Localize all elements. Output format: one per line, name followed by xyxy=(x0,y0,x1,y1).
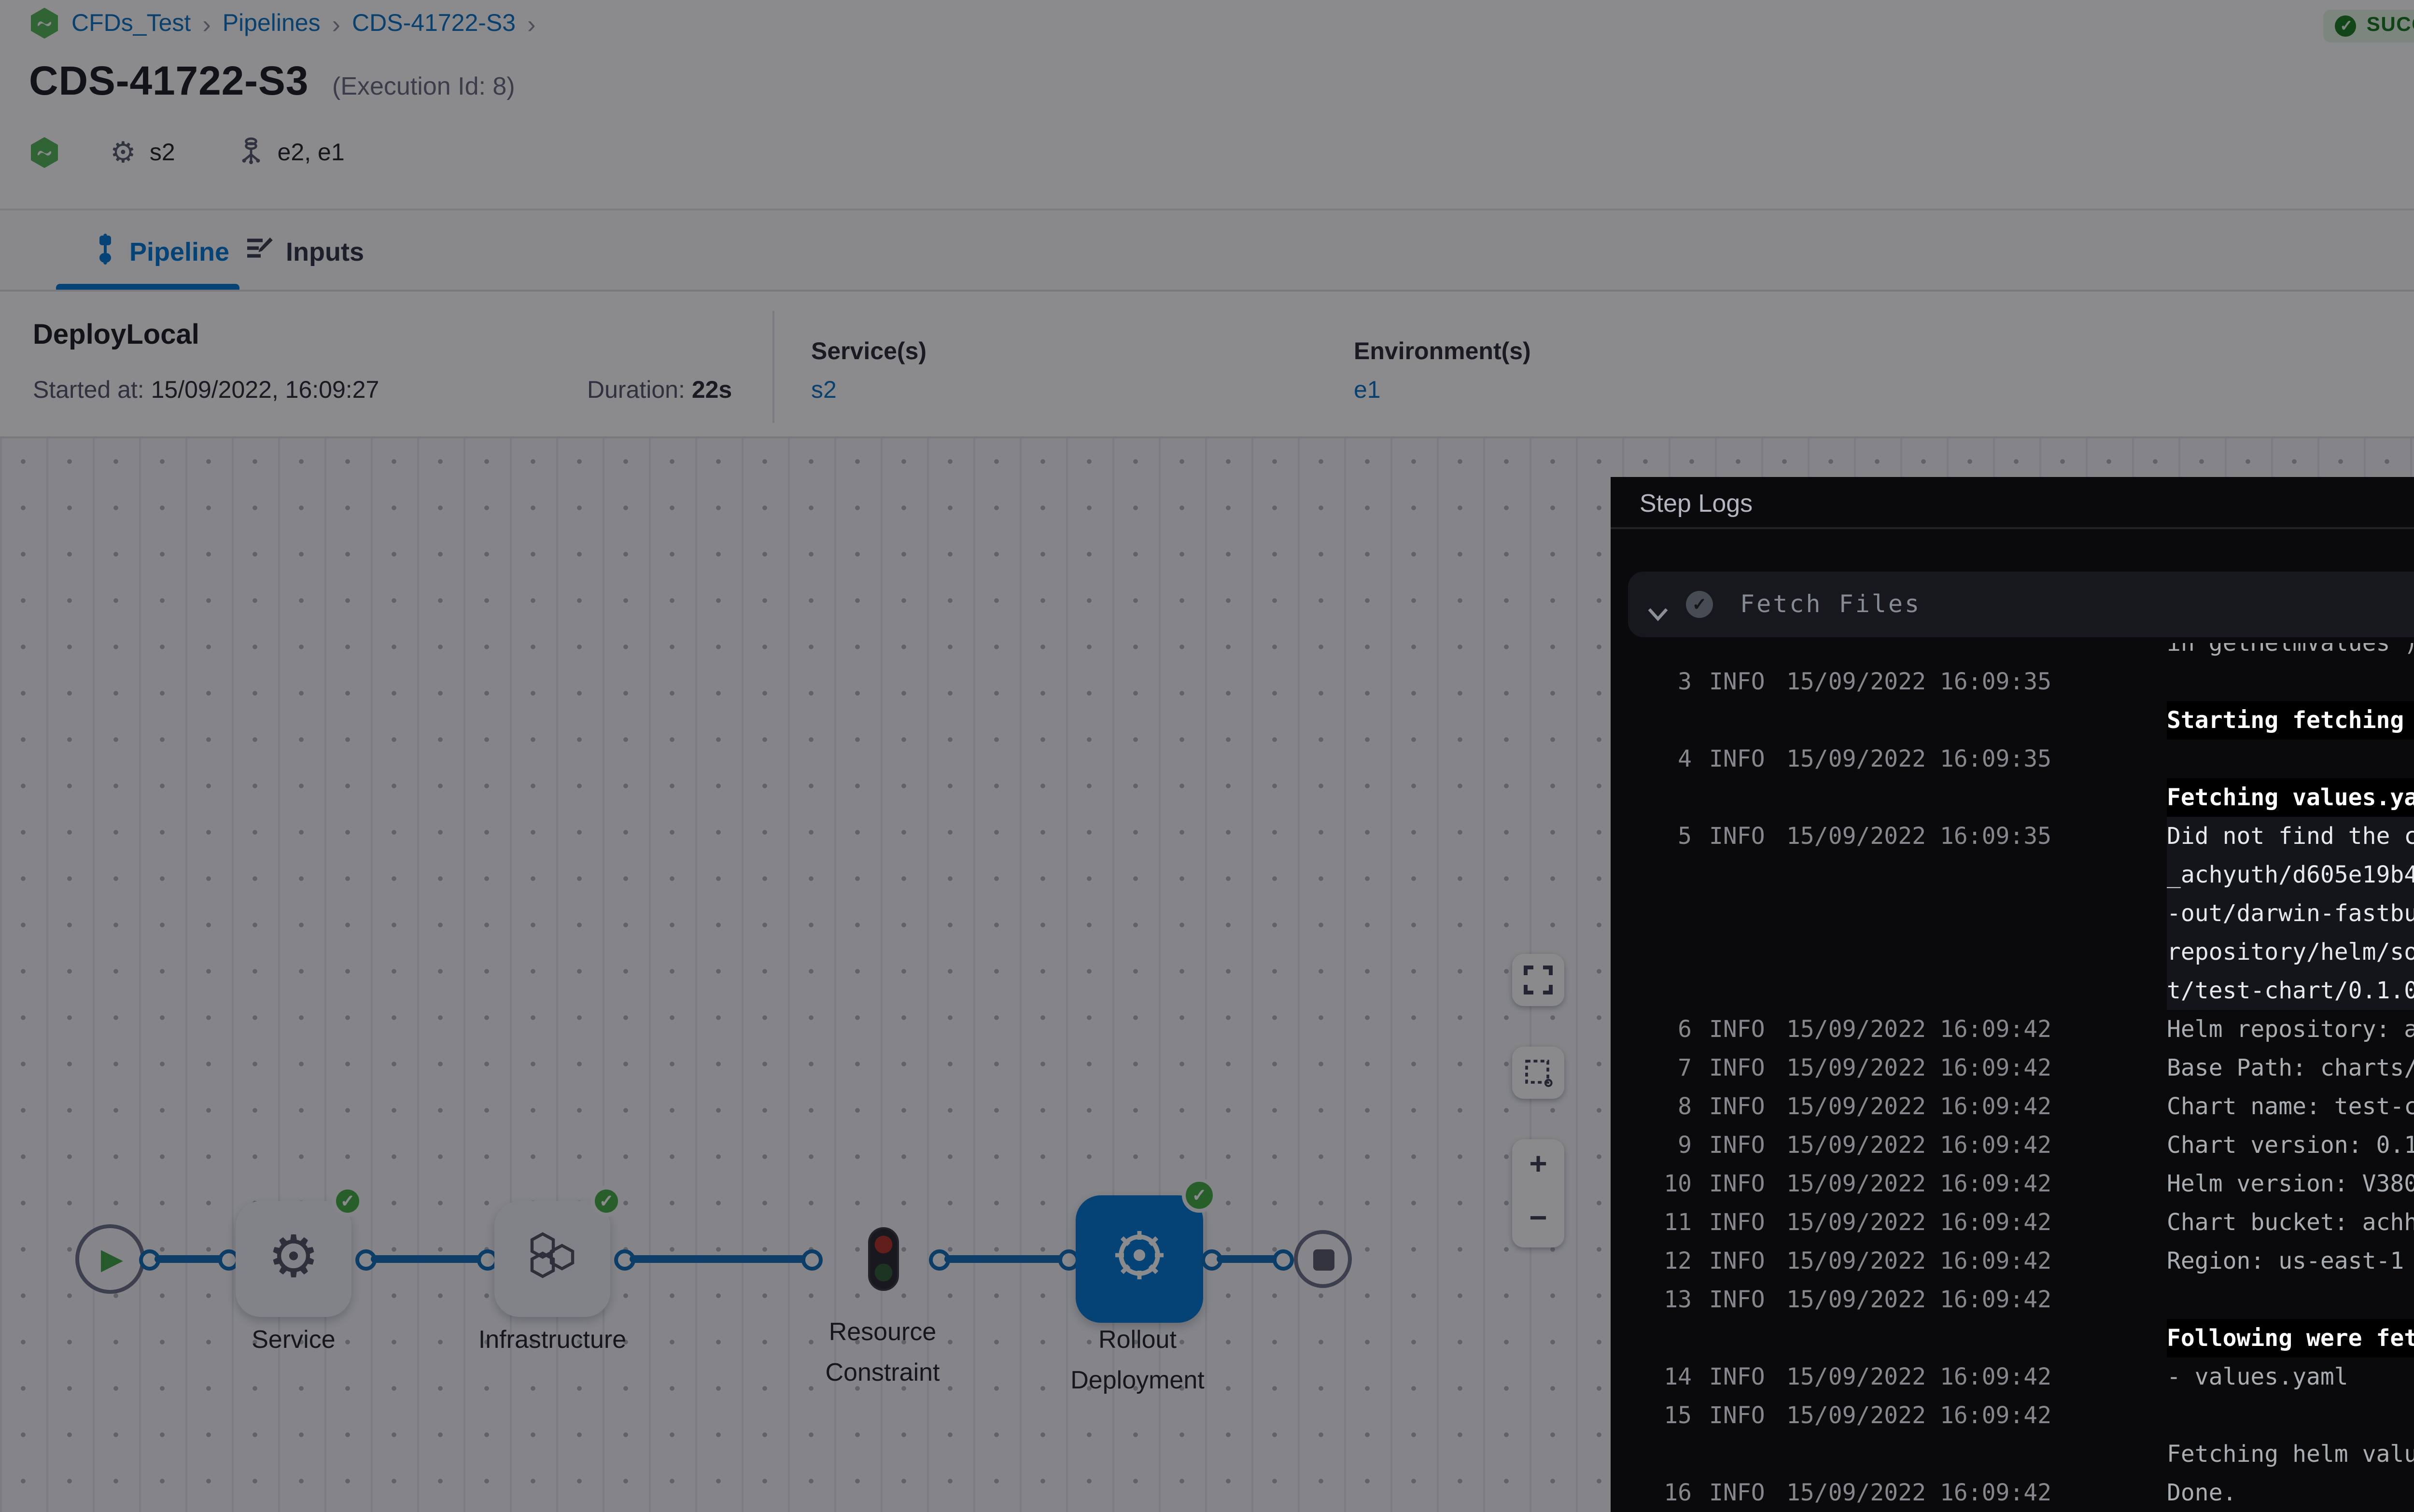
log-line-number: 10 xyxy=(1611,1164,1692,1203)
log-message: _achyuth/d605e19b46448ceaacb01fb4c19633a… xyxy=(2167,855,2414,894)
log-row: 5 INFO 15/09/2022 16:09:35 Did not find the… xyxy=(1611,817,2414,855)
log-row: 6 INFO 15/09/2022 16:09:42 Helm repository:… xyxy=(1611,1010,2414,1049)
log-timestamp: 15/09/2022 16:09:42 xyxy=(1786,1049,2051,1087)
log-timestamp: 15/09/2022 16:09:42 xyxy=(1786,1010,2051,1049)
log-message: Chart name: test-chart xyxy=(2167,1087,2414,1126)
log-level: INFO xyxy=(1709,1473,1765,1512)
drawer-title: Step Logs xyxy=(1640,489,1753,518)
log-scroll-area[interactable]: in getHelmValues ) 3 INFO 15/09/2022 16:09:… xyxy=(1611,643,2414,1512)
log-row: Following were fetched successfully : xyxy=(1611,1319,2414,1358)
log-timestamp: 15/09/2022 16:09:35 xyxy=(1786,662,2051,701)
log-timestamp: 15/09/2022 16:09:42 xyxy=(1786,1280,2051,1319)
log-timestamp: 15/09/2022 16:09:42 xyxy=(1786,1396,2051,1435)
log-line-number: 7 xyxy=(1611,1049,1692,1087)
log-message: t/test-chart/0.1.0 xyxy=(2167,971,2414,1010)
log-level: INFO xyxy=(1709,662,1765,701)
log-row: 4 INFO 15/09/2022 16:09:35 xyxy=(1611,740,2414,778)
log-level: INFO xyxy=(1709,1242,1765,1280)
log-level: INFO xyxy=(1709,1280,1765,1319)
log-message: Following were fetched successfully : xyxy=(2167,1319,2414,1358)
log-message: Helm version: V380 xyxy=(2167,1164,2414,1203)
log-line-number: 6 xyxy=(1611,1010,1692,1049)
log-line-number: 15 xyxy=(1611,1396,1692,1435)
log-level: INFO xyxy=(1709,1203,1765,1242)
log-row: 15 INFO 15/09/2022 16:09:42 xyxy=(1611,1396,2414,1435)
log-timestamp: 15/09/2022 16:09:42 xyxy=(1786,1358,2051,1396)
log-line-number: 9 xyxy=(1611,1126,1692,1164)
log-level: INFO xyxy=(1709,817,1765,855)
log-row: _achyuth/d605e19b46448ceaacb01fb4c19633a… xyxy=(1611,855,2414,894)
log-row: Starting fetching Helm values xyxy=(1611,701,2414,740)
log-timestamp: 15/09/2022 16:09:42 xyxy=(1786,1473,2051,1512)
divider xyxy=(1611,527,2414,529)
log-row: -out/darwin-fastbuild/bin/260-delegate/e… xyxy=(1611,894,2414,933)
log-row: Fetching values.yaml from helm chart rep… xyxy=(1611,778,2414,817)
log-row: 9 INFO 15/09/2022 16:09:42 Chart version: 0… xyxy=(1611,1126,2414,1164)
log-line-number: 14 xyxy=(1611,1358,1692,1396)
log-timestamp: 15/09/2022 16:09:35 xyxy=(1786,817,2051,855)
log-message: Chart bucket: achhelmbucket xyxy=(2167,1203,2414,1242)
log-row: 3 INFO 15/09/2022 16:09:35 xyxy=(1611,662,2414,701)
log-line-number: 16 xyxy=(1611,1473,1692,1512)
log-line-number: 11 xyxy=(1611,1203,1692,1242)
step-logs-drawer: Step Logs Console View ✓ Fetch Files xyxy=(1611,477,2414,1512)
log-level: INFO xyxy=(1709,1010,1765,1049)
log-message: Starting fetching Helm values xyxy=(2167,701,2414,740)
log-level: INFO xyxy=(1709,1126,1765,1164)
log-level: INFO xyxy=(1709,1358,1765,1396)
log-timestamp: 15/09/2022 16:09:42 xyxy=(1786,1203,2051,1242)
step-name: Fetch Files xyxy=(1740,589,1921,618)
log-row: 8 INFO 15/09/2022 16:09:42 Chart name: test… xyxy=(1611,1087,2414,1126)
log-line-number: 13 xyxy=(1611,1280,1692,1319)
harness-pipeline-execution-app: CFDs_Test › Pipelines › CDS-41722-S3 › C… xyxy=(0,0,2414,1512)
log-message: Did not find the chart and version in lo… xyxy=(2167,817,2414,855)
log-message: Chart version: 0.1.0 xyxy=(2167,1126,2414,1164)
log-timestamp: 15/09/2022 16:09:42 xyxy=(1786,1126,2051,1164)
log-level: INFO xyxy=(1709,1164,1765,1203)
log-message: Region: us-east-1 xyxy=(2167,1242,2414,1280)
log-line-number: 5 xyxy=(1611,817,1692,855)
log-message: Helm repository: aws-qa-setup-modified xyxy=(2167,1010,2414,1049)
log-lines: in getHelmValues ) 3 INFO 15/09/2022 16:09:… xyxy=(1611,643,2414,1512)
log-timestamp: 15/09/2022 16:09:42 xyxy=(1786,1164,2051,1203)
drawer-header: Step Logs Console View xyxy=(1611,477,2414,527)
log-message: Base Path: charts/ xyxy=(2167,1049,2414,1087)
log-row: 10 INFO 15/09/2022 16:09:42 Helm version: V… xyxy=(1611,1164,2414,1203)
log-level: INFO xyxy=(1709,1087,1765,1126)
log-row: in getHelmValues ) xyxy=(1611,643,2414,662)
log-timestamp: 15/09/2022 16:09:35 xyxy=(1786,740,2051,778)
log-row: 12 INFO 15/09/2022 16:09:42 Region: us-east… xyxy=(1611,1242,2414,1280)
log-message: Done. xyxy=(2167,1473,2414,1512)
log-message: Fetching values.yaml from helm chart rep… xyxy=(2167,778,2414,817)
log-row: 13 INFO 15/09/2022 16:09:42 xyxy=(1611,1280,2414,1319)
log-timestamp: 15/09/2022 16:09:42 xyxy=(1786,1087,2051,1126)
log-row: 11 INFO 15/09/2022 16:09:42 Chart bucket: a… xyxy=(1611,1203,2414,1242)
log-level: INFO xyxy=(1709,740,1765,778)
log-message: Fetching helm values completed successfu… xyxy=(2167,1435,2414,1473)
log-message: repository/helm/source/93602db7-89f2-317… xyxy=(2167,933,2414,971)
log-row: 14 INFO 15/09/2022 16:09:42 - values.yaml xyxy=(1611,1358,2414,1396)
log-row: t/test-chart/0.1.0 xyxy=(1611,971,2414,1010)
log-message: in getHelmValues ) xyxy=(2167,643,2414,662)
log-line-number: 12 xyxy=(1611,1242,1692,1280)
log-row: Fetching helm values completed successfu… xyxy=(1611,1435,2414,1473)
log-message: - values.yaml xyxy=(2167,1358,2414,1396)
log-timestamp: 15/09/2022 16:09:42 xyxy=(1786,1242,2051,1280)
log-line-number: 3 xyxy=(1611,662,1692,701)
chevron-down-icon[interactable] xyxy=(1647,597,1669,631)
log-line-number: 8 xyxy=(1611,1087,1692,1126)
log-level: INFO xyxy=(1709,1396,1765,1435)
log-row: 16 INFO 15/09/2022 16:09:42 Done. xyxy=(1611,1473,2414,1512)
log-level: INFO xyxy=(1709,1049,1765,1087)
step-success-icon: ✓ xyxy=(1686,591,1713,618)
log-row: repository/helm/source/93602db7-89f2-317… xyxy=(1611,933,2414,971)
log-row: 7 INFO 15/09/2022 16:09:42 Base Path: chart… xyxy=(1611,1049,2414,1087)
log-step-section-header[interactable]: ✓ Fetch Files ↑ ↓ 9s xyxy=(1628,572,2414,637)
log-message: -out/darwin-fastbuild/bin/260-delegate/e… xyxy=(2167,894,2414,933)
log-line-number: 4 xyxy=(1611,740,1692,778)
